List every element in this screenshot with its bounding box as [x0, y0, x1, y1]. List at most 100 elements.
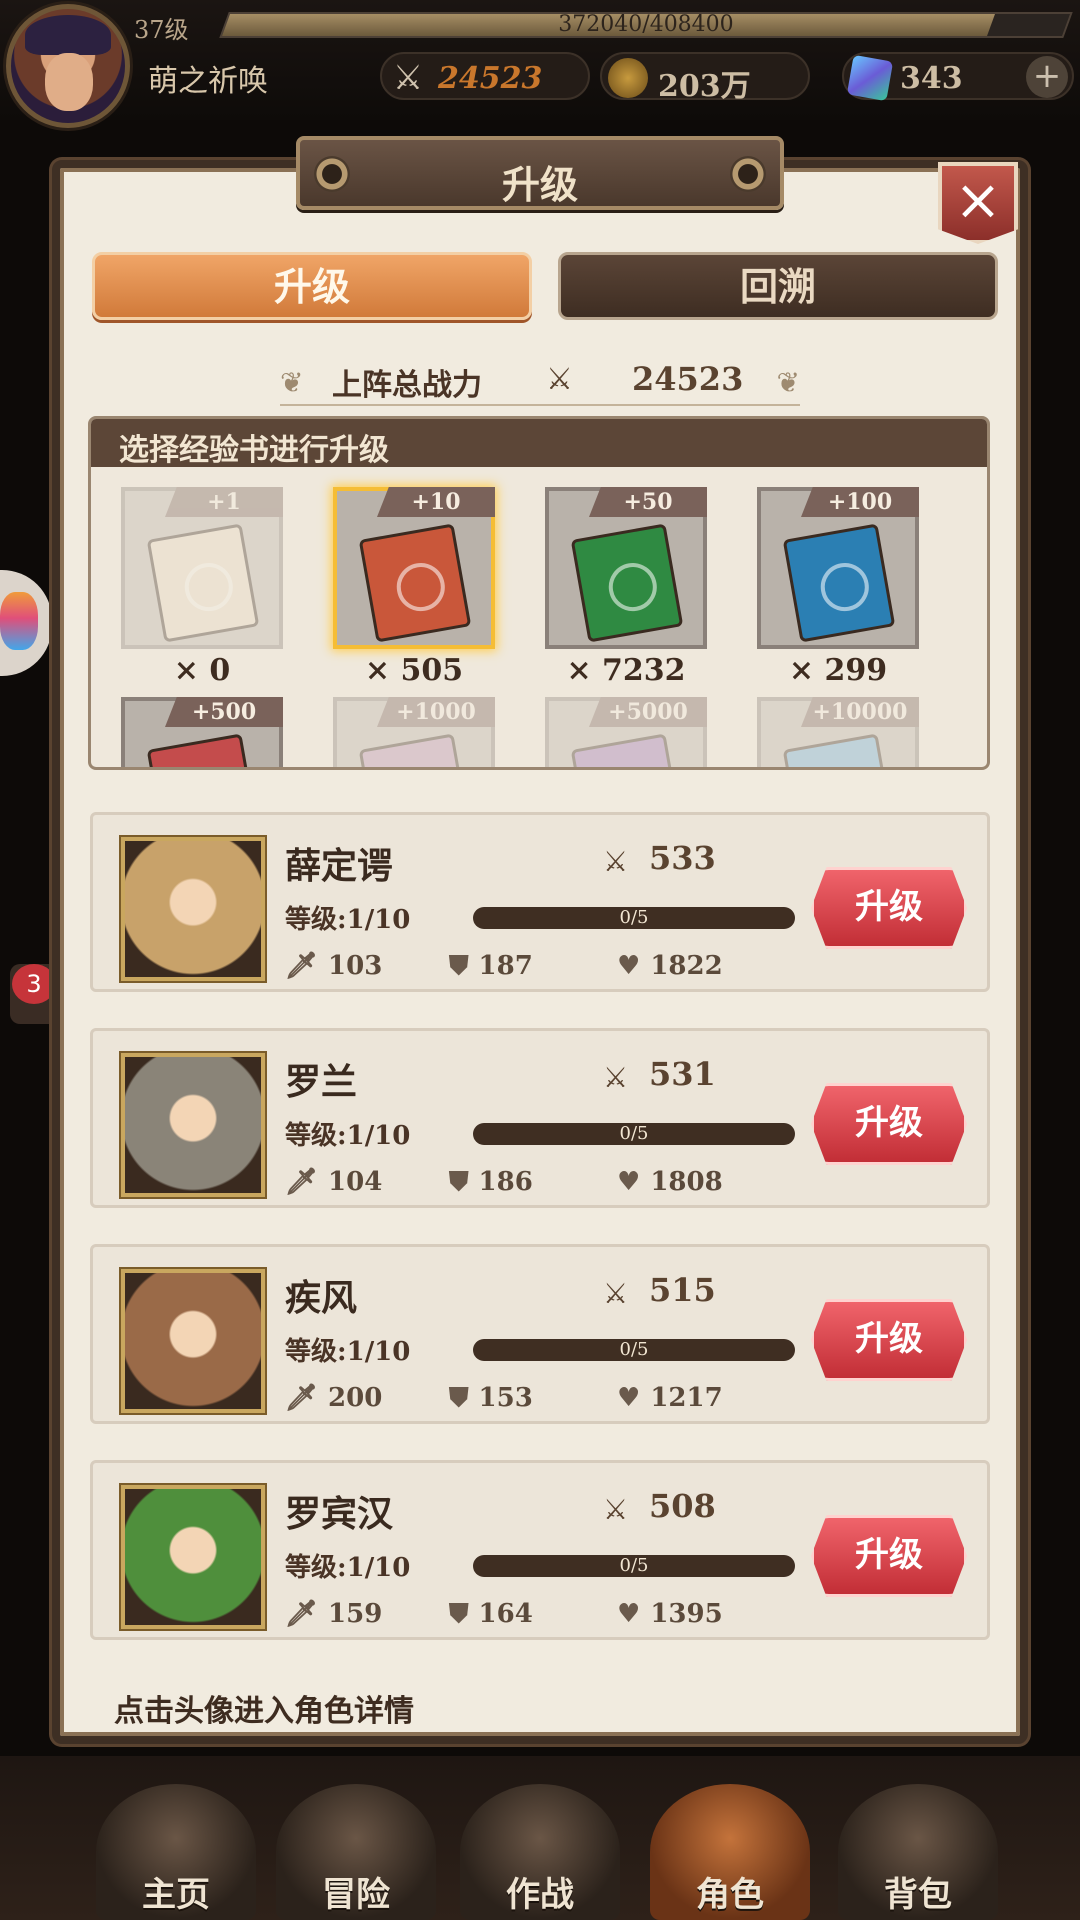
gem-value: 343	[900, 61, 963, 96]
sword-icon: 🗡	[285, 951, 319, 981]
tab-upgrade[interactable]: 升级	[92, 252, 532, 320]
book-icon	[782, 733, 896, 767]
bottom-navigation: 主页 冒险 作战 角色 背包	[0, 1756, 1080, 1920]
nav-3[interactable]: 角色	[650, 1784, 810, 1920]
chat-badge-count: 3	[12, 964, 56, 1004]
title-knob-icon	[730, 156, 766, 192]
hero-portrait[interactable]	[121, 1053, 265, 1197]
hero-hp-value: 1808	[650, 1167, 723, 1197]
hero-attack-stat: 🗡 103	[285, 951, 382, 981]
shield-icon: ⛊	[449, 1599, 469, 1629]
crossed-swords-icon: ⚔	[603, 1493, 629, 1526]
heart-icon: ♥	[617, 1383, 641, 1413]
exp-book-section: 选择经验书进行升级 +1 × 0 +10 × 505 +50 × 7232 +100 × 29…	[88, 416, 990, 770]
exp-book-0[interactable]: +1	[121, 487, 283, 649]
nav-label: 背包	[884, 1875, 952, 1915]
hero-level-progress-bar: 0/5	[473, 1555, 795, 1577]
hero-hp-value: 1395	[650, 1599, 723, 1629]
sword-icon: 🗡	[285, 1599, 319, 1629]
hero-power: 515	[649, 1271, 716, 1309]
heart-icon: ♥	[617, 951, 641, 981]
nav-2[interactable]: 作战	[460, 1784, 620, 1920]
nav-label: 作战	[506, 1875, 574, 1915]
hero-progress-text: 0/5	[619, 1555, 649, 1576]
panel-title-plate: 升级	[296, 136, 784, 210]
exp-book-tag: +1	[165, 487, 283, 517]
player-avatar[interactable]	[6, 4, 130, 128]
exp-text: 372040/408400	[558, 12, 734, 37]
hero-row: 疾风 ⚔ 515 等级:1/10 0/5 🗡 200 ⛊ 153 ♥ 1217 升级	[90, 1244, 990, 1424]
hero-hp-stat: ♥ 1822	[617, 951, 723, 981]
hero-portrait[interactable]	[121, 1269, 265, 1413]
top-status-bar: 37级 372040/408400 萌之祈唤 ⚔ 24523 203万 343 …	[0, 0, 1080, 128]
book-icon	[570, 733, 684, 767]
nav-0[interactable]: 主页	[96, 1784, 256, 1920]
hero-hp-stat: ♥ 1808	[617, 1167, 723, 1197]
player-name: 萌之祈唤	[148, 64, 268, 99]
exp-book-2[interactable]: +50	[545, 487, 707, 649]
book-icon	[358, 733, 472, 767]
hero-defense-stat: ⛊ 164	[449, 1599, 533, 1630]
exp-book-1[interactable]: +10	[333, 487, 495, 649]
team-power-value: 24523	[632, 360, 744, 398]
hero-defense-value: 187	[478, 951, 533, 981]
exp-book-5[interactable]: +1000	[333, 697, 495, 767]
nav-label: 角色	[696, 1875, 764, 1915]
nav-label: 主页	[142, 1875, 210, 1915]
hero-level-progress-bar: 0/5	[473, 1123, 795, 1145]
flourish-icon: ❦	[280, 366, 304, 399]
gold-coin-icon	[608, 58, 648, 98]
floating-menu-orb[interactable]	[0, 570, 52, 676]
exp-book-tag: +5000	[589, 697, 707, 727]
exp-book-4[interactable]: +500	[121, 697, 283, 767]
exp-book-6[interactable]: +5000	[545, 697, 707, 767]
exp-book-tag: +10000	[801, 697, 919, 727]
shield-icon: ⛊	[449, 1167, 469, 1197]
book-icon	[146, 733, 260, 767]
sword-icon: 🗡	[285, 1383, 319, 1413]
hero-defense-stat: ⛊ 187	[449, 951, 533, 982]
book-icon	[358, 523, 472, 643]
hero-attack-value: 159	[328, 1599, 383, 1629]
hero-portrait[interactable]	[121, 837, 265, 981]
hero-upgrade-button[interactable]: 升级	[811, 1299, 967, 1381]
nav-1[interactable]: 冒险	[276, 1784, 436, 1920]
hero-upgrade-button[interactable]: 升级	[811, 867, 967, 949]
crossed-swords-icon: ⚔	[392, 58, 424, 98]
hero-power: 531	[649, 1055, 716, 1093]
orb-icon	[0, 592, 38, 650]
hero-name: 疾风	[285, 1278, 358, 1319]
hero-attack-stat: 🗡 200	[285, 1383, 382, 1413]
book-section-title: 选择经验书进行升级	[119, 433, 389, 468]
heart-icon: ♥	[617, 1167, 641, 1197]
footer-hint: 点击头像进入角色详情	[114, 1694, 414, 1729]
flourish-icon: ❦	[776, 366, 800, 399]
hero-level: 等级:1/10	[285, 905, 411, 935]
nav-4[interactable]: 背包	[838, 1784, 998, 1920]
exp-book-count: × 7232	[566, 653, 686, 688]
hero-portrait[interactable]	[121, 1485, 265, 1629]
crossed-swords-icon: ⚔	[603, 845, 629, 878]
exp-book-3[interactable]: +100	[757, 487, 919, 649]
gold-display[interactable]: 203万	[600, 52, 810, 104]
hero-power: 533	[649, 839, 716, 877]
exp-book-7[interactable]: +10000	[757, 697, 919, 767]
hero-attack-value: 103	[328, 951, 383, 981]
hero-upgrade-button[interactable]: 升级	[811, 1083, 967, 1165]
tab-rollback[interactable]: 回溯	[558, 252, 998, 320]
nav-label: 冒险	[322, 1875, 390, 1915]
book-icon	[146, 523, 260, 643]
book-icon	[782, 523, 896, 643]
crossed-swords-icon: ⚔	[603, 1277, 629, 1310]
close-button[interactable]: ×	[938, 162, 1018, 244]
exp-book-tag: +1000	[377, 697, 495, 727]
hero-upgrade-button[interactable]: 升级	[811, 1515, 967, 1597]
exp-book-count: × 505	[364, 653, 464, 688]
hero-hp-stat: ♥ 1217	[617, 1383, 723, 1413]
gold-value: 203万	[658, 69, 751, 104]
crossed-swords-icon: ⚔	[603, 1061, 629, 1094]
hero-attack-stat: 🗡 104	[285, 1167, 382, 1197]
exp-book-tag: +100	[801, 487, 919, 517]
hero-defense-stat: ⛊ 186	[449, 1167, 533, 1198]
add-gems-button[interactable]: +	[1026, 56, 1068, 98]
